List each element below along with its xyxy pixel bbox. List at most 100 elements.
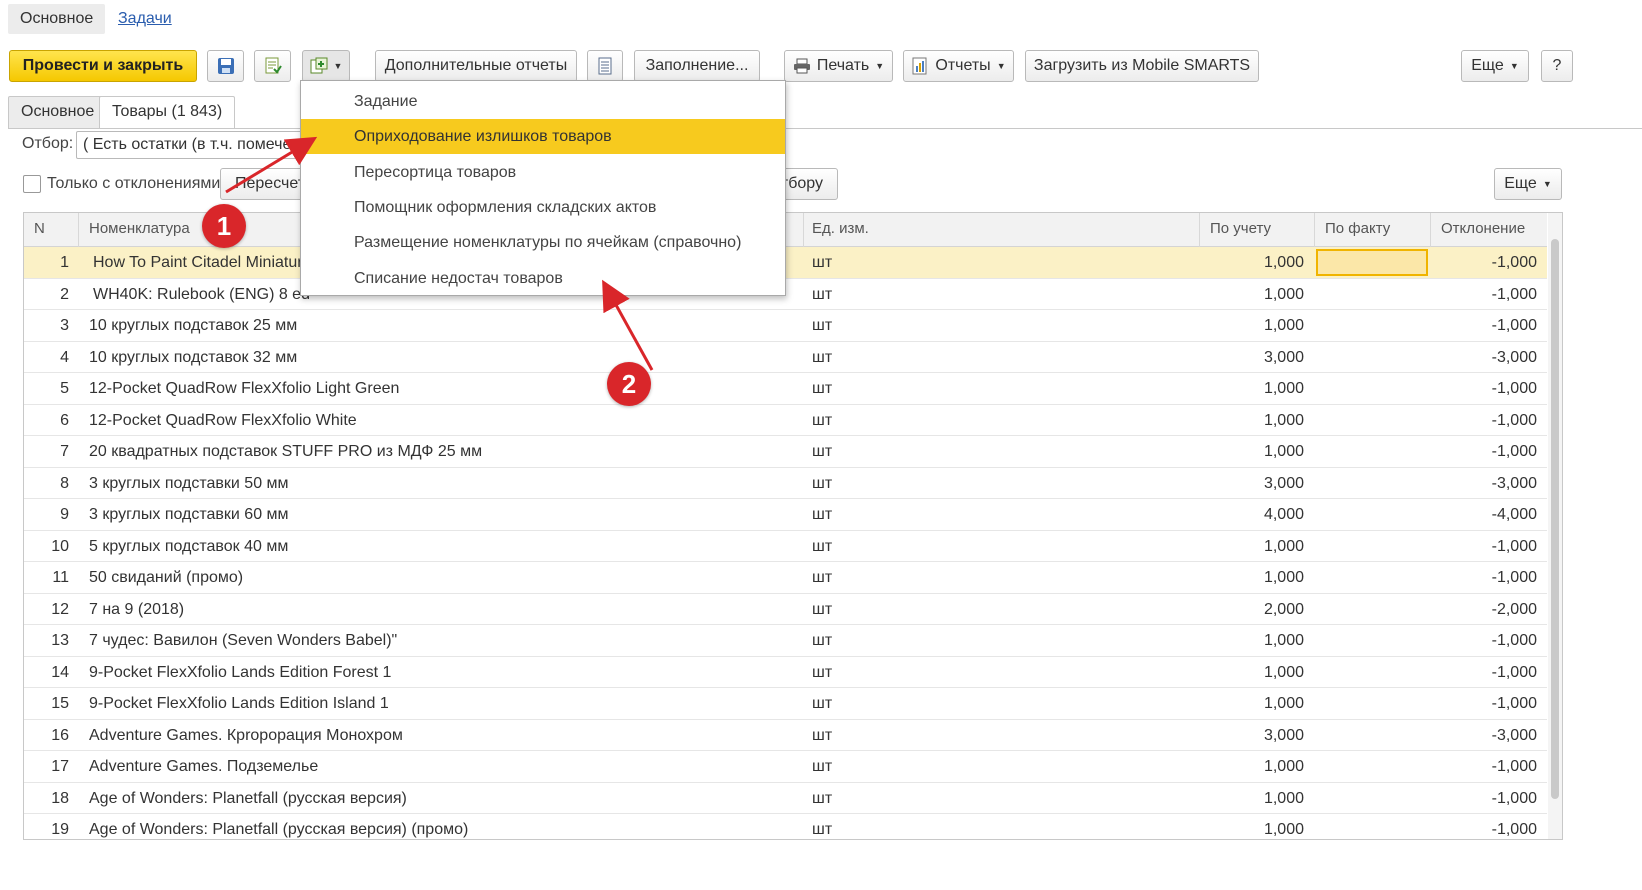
deviation-cell: -2,000 <box>1491 600 1537 618</box>
menu-item[interactable]: Задание <box>301 84 785 119</box>
table-row[interactable]: 9 3 круглых подставки 60 мм шт 4,000 -4,000 <box>24 499 1547 531</box>
help-button[interactable]: ? <box>1541 50 1573 82</box>
post-and-close-button[interactable]: Провести и закрыть <box>9 50 197 82</box>
row-number-cell: 14 <box>51 663 69 681</box>
list-button[interactable] <box>587 50 623 82</box>
unit-cell: шт <box>812 474 833 492</box>
printer-icon <box>793 58 810 74</box>
unit-cell: шт <box>812 317 833 334</box>
more-button[interactable]: Еще ▼ <box>1461 50 1529 82</box>
deviation-cell: -1,000 <box>1491 789 1537 807</box>
deviation-cell: -1,000 <box>1491 380 1537 397</box>
accounted-cell: 1,000 <box>1263 758 1304 775</box>
table-row[interactable]: 15 9-Pocket FlexXfolio Lands Edition Isla… <box>24 688 1547 720</box>
table-row[interactable]: 13 7 чудес: Вавилон (Seven Wonders Babel)… <box>24 625 1547 657</box>
table-row[interactable]: 18 Age of Wonders: Planetfall (русская ве… <box>24 783 1547 814</box>
load-mobile-smarts-button[interactable]: Загрузить из Mobile SMARTS <box>1025 50 1259 82</box>
table-row[interactable]: 14 9-Pocket FlexXfolio Lands Edition Fore… <box>24 657 1547 688</box>
nomenclature-cell: 10 круглых подставок 25 мм <box>89 317 298 334</box>
table-row[interactable]: 11 50 свиданий (промо) шт 1,000 -1,000 <box>24 562 1547 594</box>
nomenclature-cell: 50 свиданий (промо) <box>89 569 244 586</box>
col-actual[interactable]: По факту <box>1315 213 1431 247</box>
reports-button[interactable]: Отчеты ▼ <box>903 50 1014 82</box>
nomenclature-cell: Age of Wonders: Planetfall (русская верс… <box>89 789 407 807</box>
by-filter-label: тбору <box>780 175 823 192</box>
save-button[interactable] <box>207 50 244 82</box>
actual-input-cell[interactable] <box>1316 249 1428 276</box>
reports-label: Отчеты <box>935 57 991 74</box>
filter-select[interactable]: ( Есть остатки (в т.ч. помеченн <box>76 131 316 159</box>
col-unit[interactable]: Ед. изм. <box>802 213 1200 247</box>
row-number-cell: 9 <box>60 506 69 523</box>
tab-main[interactable]: Основное <box>8 96 108 128</box>
table-row[interactable]: 12 7 на 9 (2018) шт 2,000 -2,000 <box>24 594 1547 625</box>
unit-cell: шт <box>812 789 833 807</box>
menu-item[interactable]: Оприходование излишков товаров <box>301 119 785 155</box>
nomenclature-cell: 10 круглых подставок 32 мм <box>89 348 298 366</box>
nomenclature-cell: 7 на 9 (2018) <box>89 600 185 618</box>
vertical-scrollbar[interactable] <box>1548 213 1562 839</box>
unit-cell: шт <box>812 254 833 271</box>
fill-button[interactable]: Заполнение... <box>634 50 760 82</box>
menu-item[interactable]: Списание недостач товаров <box>301 261 785 296</box>
table-body: 1 How To Paint Citadel Miniatures шт 1,000-… <box>24 247 1547 839</box>
unit-cell: шт <box>812 663 833 681</box>
unit-cell: шт <box>812 285 833 303</box>
table-row[interactable]: 16 Adventure Games. Кpropорация Монохром ш… <box>24 720 1547 751</box>
table-row[interactable]: 19 Age of Wonders: Planetfall (русская ве… <box>24 814 1547 839</box>
accounted-cell: 1,000 <box>1263 632 1304 649</box>
chevron-down-icon: ▼ <box>875 61 885 71</box>
create-based-on-button[interactable]: ▼ <box>302 50 350 82</box>
marker-2: 2 <box>607 362 651 406</box>
deviation-cell: -1,000 <box>1491 632 1537 649</box>
accounted-cell: 1,000 <box>1263 537 1304 555</box>
row-number-cell: 18 <box>51 789 69 807</box>
only-deviations-label: Только с отклонениями <box>47 175 221 192</box>
nav-tasks-link[interactable]: Задачи <box>106 4 184 34</box>
menu-item[interactable]: Помощник оформления складских актов <box>301 190 785 225</box>
list-icon <box>598 57 612 75</box>
accounted-cell: 1,000 <box>1263 411 1304 429</box>
accounted-cell: 3,000 <box>1263 726 1304 744</box>
unit-cell: шт <box>812 506 833 523</box>
unit-cell: шт <box>812 569 833 586</box>
table-more-label: Еще <box>1504 175 1537 192</box>
col-accounted[interactable]: По учету <box>1200 213 1315 247</box>
deviation-cell: -3,000 <box>1491 474 1537 492</box>
post-document-icon <box>265 57 282 74</box>
table-row[interactable]: 17 Adventure Games. Подземелье шт 1,000 -1,0… <box>24 751 1547 783</box>
col-n[interactable]: N <box>24 213 79 247</box>
table-row[interactable]: 8 3 круглых подставки 50 мм шт 3,000 -3,000 <box>24 468 1547 499</box>
nomenclature-cell: Age of Wonders: Planetfall (русская верс… <box>89 821 469 838</box>
chevron-down-icon: ▼ <box>1542 179 1552 189</box>
nomenclature-cell: 9-Pocket FlexXfolio Lands Edition Forest… <box>89 663 392 681</box>
menu-item[interactable]: Размещение номенклатуры по ячейкам (спра… <box>301 225 785 260</box>
unit-cell: шт <box>812 348 833 366</box>
row-number-cell: 5 <box>60 380 69 397</box>
deviation-cell: -1,000 <box>1491 443 1537 460</box>
extra-reports-button[interactable]: Дополнительные отчеты <box>375 50 577 82</box>
post-button[interactable] <box>254 50 291 82</box>
table-row[interactable]: 6 12-Pocket QuadRow FlexXfolio White шт 1,0… <box>24 405 1547 436</box>
tab-goods[interactable]: Товары (1 843) <box>99 96 236 129</box>
table-row[interactable]: 10 5 круглых подставок 40 мм шт 1,000 -1,000 <box>24 531 1547 562</box>
row-number-cell: 2 <box>60 285 69 303</box>
scrollbar-thumb[interactable] <box>1551 239 1559 799</box>
unit-cell: шт <box>812 695 833 712</box>
deviation-cell: -3,000 <box>1491 726 1537 744</box>
nav-main[interactable]: Основное <box>8 4 106 34</box>
table-row[interactable]: 7 20 квадратных подставок STUFF PRO из МД… <box>24 436 1547 468</box>
menu-item[interactable]: Пересортица товаров <box>301 155 785 190</box>
accounted-cell: 3,000 <box>1263 474 1304 492</box>
only-deviations-checkbox[interactable] <box>23 175 41 193</box>
table-more-button[interactable]: Еще ▼ <box>1494 168 1562 200</box>
table-row[interactable]: 3 10 круглых подставок 25 мм шт 1,000 -1,000 <box>24 310 1547 342</box>
fill-label: Заполнение... <box>645 57 749 74</box>
print-button[interactable]: Печать ▼ <box>784 50 893 82</box>
col-deviation[interactable]: Отклонение <box>1431 213 1547 247</box>
nomenclature-cell: 20 квадратных подставок STUFF PRO из МДФ… <box>89 443 483 460</box>
print-label: Печать <box>816 57 870 74</box>
deviation-cell: -1,000 <box>1491 821 1537 838</box>
table-row[interactable]: 5 12-Pocket QuadRow FlexXfolio Light Gree… <box>24 373 1547 405</box>
table-row[interactable]: 4 10 круглых подставок 32 мм шт 3,000 -3,000 <box>24 342 1547 373</box>
